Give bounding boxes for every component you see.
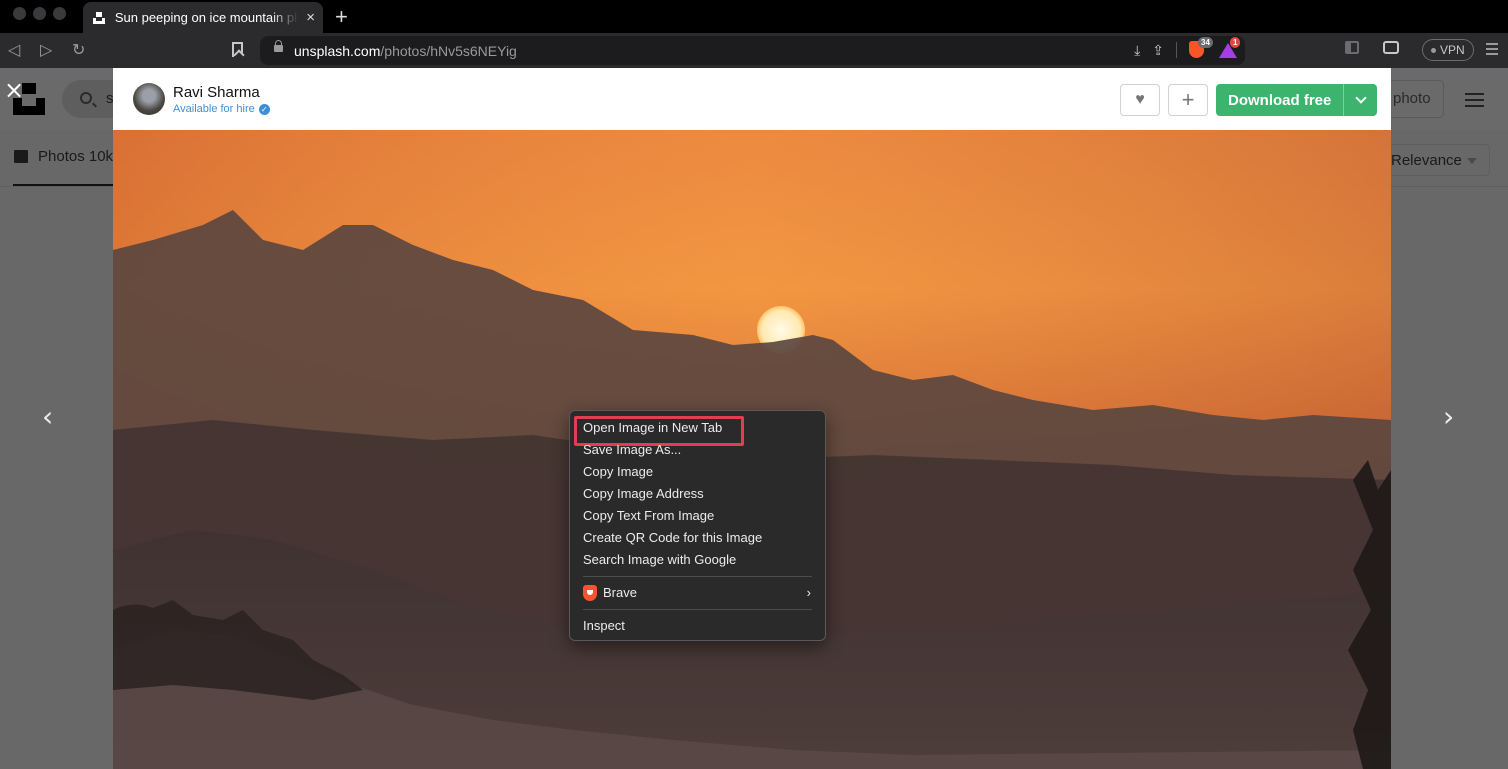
- modal-header: Ravi Sharma Available for hire ✓ ♥ + Dow…: [113, 68, 1391, 130]
- next-photo-button[interactable]: ›: [1443, 400, 1454, 433]
- image-icon: [14, 150, 28, 163]
- author-name[interactable]: Ravi Sharma: [173, 84, 260, 101]
- tab-title: Sun peeping on ice mountain photo – Free…: [114, 10, 299, 25]
- add-to-collection-button[interactable]: +: [1168, 84, 1208, 116]
- menu-item-open-image-new-tab[interactable]: Open Image in New Tab: [570, 416, 825, 446]
- bookmark-icon[interactable]: [232, 42, 243, 57]
- search-icon: [80, 92, 92, 104]
- chevron-right-icon: ›: [806, 585, 811, 600]
- download-icon[interactable]: ⤓: [1134, 42, 1140, 59]
- site-menu-icon[interactable]: [1465, 93, 1484, 111]
- lock-icon[interactable]: [274, 40, 283, 52]
- wallet-icon[interactable]: [1383, 41, 1399, 54]
- tab-close-icon[interactable]: ×: [306, 9, 315, 26]
- verified-icon: ✓: [258, 103, 270, 115]
- unsplash-favicon-icon: [91, 10, 107, 26]
- menu-item-copy-text-from-image[interactable]: Copy Text From Image: [570, 505, 825, 527]
- context-menu: Open Image in New Tab Save Image As... C…: [569, 410, 826, 641]
- previous-photo-button[interactable]: ‹: [42, 400, 53, 433]
- brave-lion-icon: [583, 585, 597, 601]
- menu-divider: [583, 609, 812, 610]
- menu-divider: [583, 576, 812, 577]
- reload-button[interactable]: ↻: [72, 40, 85, 60]
- plus-icon: +: [1181, 87, 1195, 112]
- like-button[interactable]: ♥: [1120, 84, 1160, 116]
- menu-item-brave[interactable]: Brave ›: [570, 582, 825, 604]
- back-button[interactable]: ◁: [8, 40, 20, 60]
- brave-label: Brave: [603, 585, 637, 600]
- photos-tab-label: Photos 10k: [38, 148, 114, 165]
- avatar[interactable]: [133, 83, 165, 115]
- url-path: /photos/hNv5s6NEYig: [380, 43, 517, 59]
- window-minimize-button[interactable]: [33, 7, 46, 20]
- download-free-button[interactable]: Download free: [1216, 84, 1344, 116]
- menu-item-search-image-google[interactable]: Search Image with Google: [570, 549, 825, 571]
- close-modal-icon[interactable]: ×: [4, 78, 24, 102]
- available-for-hire-link[interactable]: Available for hire ✓: [173, 103, 270, 115]
- menu-item-create-qr-code[interactable]: Create QR Code for this Image: [570, 527, 825, 549]
- menu-item-save-image-as[interactable]: Save Image As...: [570, 439, 825, 461]
- unsplash-page: s photo × Photos 10k Relevance ‹ › Ravi …: [0, 68, 1508, 769]
- sidebar-toggle-icon[interactable]: [1345, 41, 1359, 54]
- download-group: Download free: [1216, 84, 1378, 116]
- download-options-button[interactable]: [1343, 84, 1378, 116]
- sort-dropdown[interactable]: Relevance: [1380, 144, 1490, 176]
- vpn-label: VPN: [1440, 43, 1465, 57]
- tab-photos[interactable]: Photos 10k: [14, 148, 113, 165]
- chevron-down-icon: [1355, 92, 1367, 104]
- shields-count-badge: 34: [1198, 37, 1213, 48]
- hire-label: Available for hire: [173, 103, 255, 115]
- url-text[interactable]: unsplash.com/photos/hNv5s6NEYig: [294, 43, 517, 59]
- brave-shields-button[interactable]: 34: [1189, 37, 1213, 59]
- browser-toolbar: ◁ ▷ ↻ unsplash.com/photos/hNv5s6NEYig ⤓ …: [0, 33, 1508, 68]
- window-zoom-button[interactable]: [53, 7, 66, 20]
- heart-icon: ♥: [1135, 91, 1145, 108]
- share-icon[interactable]: ⇪: [1152, 42, 1164, 59]
- new-tab-button[interactable]: +: [335, 4, 348, 30]
- vpn-status-dot: [1431, 47, 1436, 53]
- browser-tab-bar: Sun peeping on ice mountain photo – Free…: [0, 0, 1508, 33]
- brave-rewards-button[interactable]: 1: [1219, 37, 1241, 59]
- vpn-button[interactable]: VPN: [1422, 39, 1474, 61]
- browser-menu-icon[interactable]: [1486, 43, 1498, 58]
- address-bar[interactable]: unsplash.com/photos/hNv5s6NEYig ⤓ ⇪ 34 1: [260, 36, 1245, 65]
- menu-item-copy-image-address[interactable]: Copy Image Address: [570, 483, 825, 505]
- rewards-count-badge: 1: [1230, 37, 1241, 48]
- window-close-button[interactable]: [13, 7, 26, 20]
- divider: [1176, 42, 1177, 58]
- browser-tab[interactable]: Sun peeping on ice mountain photo – Free…: [83, 2, 323, 33]
- forward-button[interactable]: ▷: [40, 40, 52, 60]
- menu-item-inspect[interactable]: Inspect: [570, 615, 825, 637]
- sort-label: Relevance: [1391, 152, 1462, 169]
- url-domain: unsplash.com: [294, 43, 381, 59]
- menu-item-copy-image[interactable]: Copy Image: [570, 461, 825, 483]
- caret-down-icon: [1467, 158, 1477, 164]
